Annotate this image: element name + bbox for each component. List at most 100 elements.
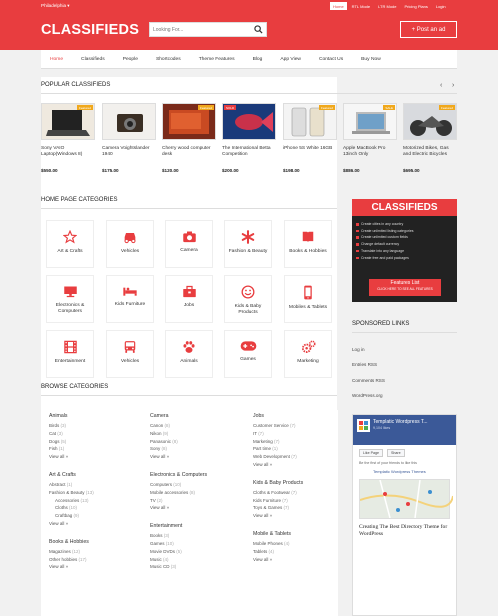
- browse-link[interactable]: Craftbag (9): [49, 512, 133, 520]
- browse-link[interactable]: Sony (8): [150, 445, 234, 453]
- search-icon[interactable]: [254, 25, 263, 34]
- link-comments-rss[interactable]: Comments RSS: [352, 378, 385, 383]
- post-ad-button[interactable]: + Post an ad: [400, 21, 457, 38]
- nav-people[interactable]: People: [114, 50, 147, 69]
- category-books-hobbies[interactable]: Books & Hobbies: [284, 220, 332, 268]
- browse-link[interactable]: Music CD (3): [150, 563, 234, 571]
- category-fashion-beauty[interactable]: Fashion & Beauty: [224, 220, 272, 268]
- top-link-login[interactable]: Login: [433, 2, 449, 10]
- facebook-widget[interactable]: Templatic Wordpress T... 9,104 likes Lik…: [352, 414, 457, 616]
- top-link-ltr[interactable]: LTR Mode: [375, 2, 399, 10]
- browse-link[interactable]: Fish (1): [49, 445, 133, 453]
- browse-group-title[interactable]: Electronics & Computers: [150, 472, 234, 478]
- browse-link[interactable]: Kids Furniture (7): [253, 497, 335, 505]
- browse-group-title[interactable]: Jobs: [253, 413, 335, 419]
- nav-contact-us[interactable]: Contact Us: [310, 50, 352, 69]
- fb-share-button[interactable]: Share: [386, 449, 405, 457]
- browse-group-title[interactable]: Camera: [150, 413, 234, 419]
- popular-item[interactable]: Camera Voightslander 1940 $175.00: [102, 103, 156, 173]
- popular-item[interactable]: Featured Motorized Bikes, Gas and Electr…: [403, 103, 457, 173]
- browse-link[interactable]: Mobile accessories (8): [150, 489, 234, 497]
- browse-link[interactable]: Cloths & Footwear (7): [253, 489, 335, 497]
- browse-link[interactable]: Accessories (13): [49, 497, 133, 505]
- category-animals[interactable]: Animals: [165, 330, 213, 378]
- view-all-link[interactable]: View all »: [253, 461, 335, 469]
- browse-link[interactable]: Games (10): [150, 540, 234, 548]
- category-marketing[interactable]: Marketing: [284, 330, 332, 378]
- browse-link[interactable]: Canon (8): [150, 422, 234, 430]
- site-logo[interactable]: CLASSIFIEDS: [41, 22, 139, 38]
- browse-group-title[interactable]: Mobile & Tablets: [253, 531, 335, 537]
- view-all-link[interactable]: View all »: [253, 512, 335, 520]
- top-link-rtl[interactable]: RTL Mode: [349, 2, 373, 10]
- desk-image[interactable]: Featured: [162, 103, 216, 140]
- view-all-link[interactable]: View all »: [49, 520, 133, 528]
- search-input[interactable]: [150, 23, 250, 36]
- city-selector[interactable]: Philadelphia ▾: [41, 3, 70, 9]
- popular-item-title[interactable]: Motorized Bikes, Gas and Electric Bicycl…: [403, 146, 457, 165]
- browse-link[interactable]: Magazines (12): [49, 548, 133, 556]
- fb-like-button[interactable]: Like Page: [359, 449, 383, 457]
- browse-link[interactable]: Cat (3): [49, 430, 133, 438]
- browse-link[interactable]: Nikon (9): [150, 430, 234, 438]
- browse-link[interactable]: Tablets (4): [253, 548, 335, 556]
- popular-item[interactable]: SOLD The International Betta Competition…: [222, 103, 276, 173]
- view-all-link[interactable]: View all »: [253, 556, 335, 564]
- view-all-link[interactable]: View all »: [49, 563, 133, 571]
- view-all-link[interactable]: View all »: [49, 453, 133, 461]
- nav-blog[interactable]: Blog: [244, 50, 272, 69]
- nav-app-view[interactable]: App View: [271, 50, 310, 69]
- browse-link[interactable]: Panasonic (8): [150, 438, 234, 446]
- nav-classifieds[interactable]: Classifieds: [72, 50, 114, 69]
- link-entries-rss[interactable]: Entries RSS: [352, 362, 377, 367]
- browse-link[interactable]: Books (3): [150, 532, 234, 540]
- iphone-image[interactable]: Featured: [283, 103, 337, 140]
- view-all-link[interactable]: View all »: [150, 453, 234, 461]
- browse-group-title[interactable]: Entertainment: [150, 523, 234, 529]
- bike-image[interactable]: Featured: [403, 103, 457, 140]
- view-all-link[interactable]: View all »: [150, 504, 234, 512]
- browse-link[interactable]: Part time (1): [253, 445, 335, 453]
- browse-link[interactable]: Customer Service (7): [253, 422, 335, 430]
- browse-group-title[interactable]: Art & Crafts: [49, 472, 133, 478]
- laptop-image[interactable]: Featured: [41, 103, 95, 140]
- popular-item-title[interactable]: Camera Voightslander 1940: [102, 146, 156, 165]
- top-link-pricing[interactable]: Pricing Plans: [402, 2, 431, 10]
- browse-link[interactable]: Marketing (7): [253, 438, 335, 446]
- category-games[interactable]: Games: [224, 330, 272, 378]
- popular-item[interactable]: Featured Cherry wood computer desk $120.…: [162, 103, 216, 173]
- browse-link[interactable]: Abstract (1): [49, 481, 133, 489]
- category-electronics[interactable]: Electronics & Computers: [46, 275, 94, 323]
- category-vehicles[interactable]: Vehicles: [106, 220, 154, 268]
- popular-item-title[interactable]: iPhone 5S White 16GB: [283, 146, 337, 165]
- classifieds-ad-banner[interactable]: CLASSIFIEDS Create cities in any country…: [352, 199, 457, 302]
- map-image[interactable]: [359, 479, 454, 519]
- browse-link[interactable]: Computers (10): [150, 481, 234, 489]
- fb-post-caption[interactable]: Creating The Best Directory Theme for Wo…: [353, 524, 456, 538]
- popular-item-title[interactable]: Sony VAIO Laptop(Windows 8): [41, 146, 95, 165]
- carousel-prev-icon[interactable]: ‹: [440, 82, 442, 89]
- popular-item-title[interactable]: The International Betta Competition: [222, 146, 276, 165]
- browse-link[interactable]: Web Development (7): [253, 453, 335, 461]
- camera-image[interactable]: [102, 103, 156, 140]
- browse-link[interactable]: IT (7): [253, 430, 335, 438]
- popular-item[interactable]: SALE Apple MacBook Pro 13inch Only $886.…: [343, 103, 397, 173]
- category-mobiles-tablets[interactable]: Mobiles & Tablets: [284, 275, 332, 323]
- browse-group-title[interactable]: Animals: [49, 413, 133, 419]
- category-entertainment[interactable]: Entertainment: [46, 330, 94, 378]
- popular-item-title[interactable]: Cherry wood computer desk: [162, 146, 216, 165]
- category-jobs[interactable]: Jobs: [165, 275, 213, 323]
- fb-page-name[interactable]: Templatic Wordpress T...: [373, 419, 428, 425]
- nav-buy-now[interactable]: Buy Now: [352, 50, 390, 69]
- popular-item[interactable]: Featured iPhone 5S White 16GB $198.00: [283, 103, 337, 173]
- browse-link[interactable]: Mobile Phones (4): [253, 540, 335, 548]
- category-kids-furniture[interactable]: Kids Furniture: [106, 275, 154, 323]
- nav-home[interactable]: Home: [41, 50, 72, 69]
- browse-link[interactable]: Birds (3): [49, 422, 133, 430]
- top-link-home[interactable]: Home: [330, 2, 347, 10]
- browse-group-title[interactable]: Books & Hobbies: [49, 539, 133, 545]
- nav-theme-features[interactable]: Theme Features: [190, 50, 244, 69]
- browse-link[interactable]: Dogs (5): [49, 438, 133, 446]
- browse-link[interactable]: Other hobbies (17): [49, 556, 133, 564]
- browse-link[interactable]: Fashion & Beauty (13): [49, 489, 133, 497]
